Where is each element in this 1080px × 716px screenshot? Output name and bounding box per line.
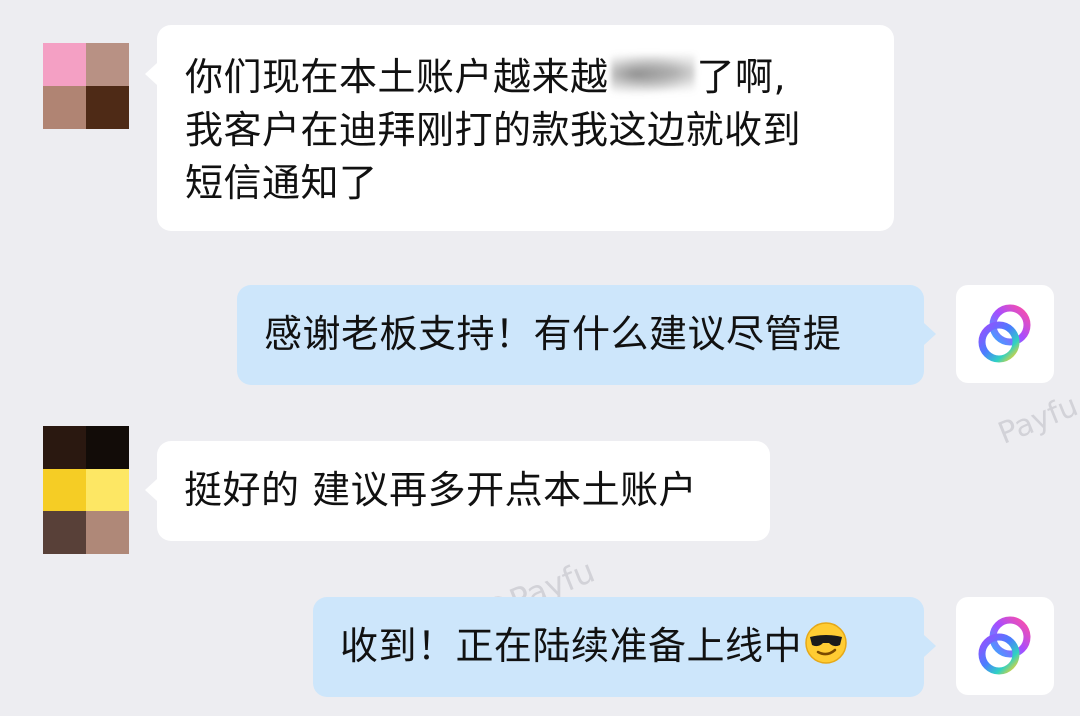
self-avatar[interactable] xyxy=(956,285,1054,383)
message-bubble-incoming[interactable]: 你们现在本土账户越来越 了啊, 我客户在迪拜刚打的款我这边就收到 短信通知了 xyxy=(145,25,894,231)
avatar-pixel xyxy=(43,86,86,129)
avatar-pixel xyxy=(86,511,129,554)
chat-thread[interactable]: Payfu (@Payfu 你们现在本土账户越来越 了啊, 我客户在迪拜刚打的款我… xyxy=(0,0,1080,716)
avatar-pixel xyxy=(86,43,129,86)
avatar-pixel xyxy=(86,468,129,512)
payfu-logo-icon xyxy=(978,304,1031,363)
smiling-face-with-sunglasses-icon xyxy=(804,621,848,679)
message-text: 收到！正在陆续准备上线中 xyxy=(340,620,924,679)
message-bubble-incoming[interactable]: 挺好的 建议再多开点本土账户 xyxy=(145,441,770,541)
self-avatar[interactable] xyxy=(956,597,1054,695)
avatar-pixel xyxy=(43,426,86,469)
avatar-pixel xyxy=(43,511,86,554)
watermark: Payfu xyxy=(993,388,1080,452)
contact-avatar[interactable] xyxy=(43,43,129,129)
contact-avatar[interactable] xyxy=(43,426,129,554)
avatar-pixel xyxy=(86,426,129,469)
message-bubble-outgoing[interactable]: 感谢老板支持！有什么建议尽管提 xyxy=(237,285,936,385)
avatar-pixel xyxy=(86,86,129,129)
message-bubble-outgoing[interactable]: 收到！正在陆续准备上线中 xyxy=(313,597,936,697)
message-line: 我客户在迪拜刚打的款我这边就收到 xyxy=(185,108,802,152)
payfu-logo-icon xyxy=(978,616,1031,675)
message-text: 挺好的 建议再多开点本土账户 xyxy=(184,468,698,512)
message-text: 感谢老板支持！有什么建议尽管提 xyxy=(264,312,842,356)
avatar-pixel xyxy=(43,468,86,512)
redacted-blur xyxy=(610,54,695,94)
avatar-pixel xyxy=(43,43,86,86)
message-line: 短信通知了 xyxy=(185,161,378,205)
message-line: 你们现在本土账户越来越 了啊, xyxy=(185,54,787,99)
